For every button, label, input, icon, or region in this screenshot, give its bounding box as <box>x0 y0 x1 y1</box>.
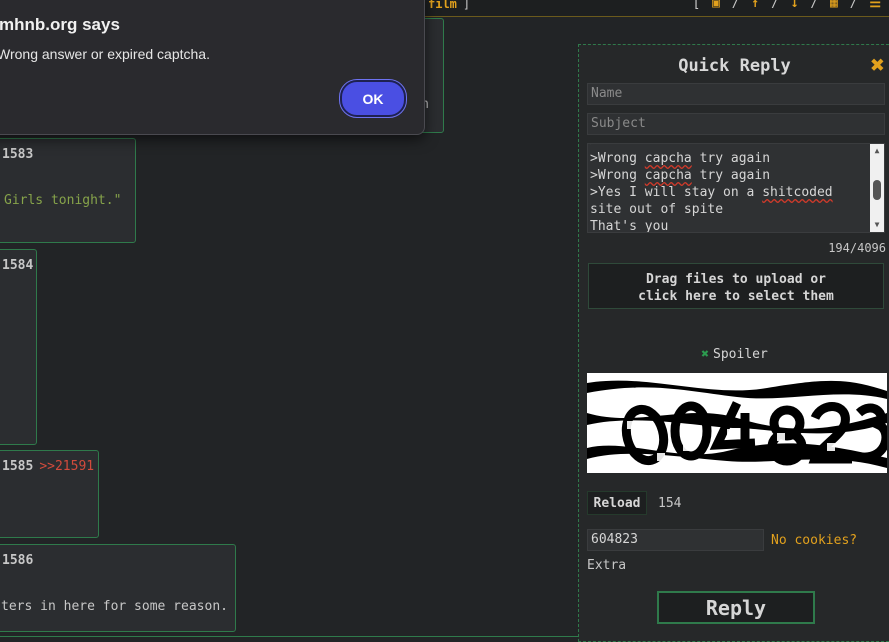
quick-reply-panel: Quick Reply ✖ Name Subject > >Wrong capc… <box>578 44 889 642</box>
post-1586: 1586 ters in here for some reason. <box>0 544 236 632</box>
message-textarea[interactable]: > >Wrong capcha try again >Wrong capcha … <box>587 143 885 233</box>
board-link[interactable]: film] <box>428 0 470 11</box>
checkbox-x-icon[interactable]: ✖ <box>701 347 709 362</box>
quick-reply-title[interactable]: Quick Reply <box>579 56 889 76</box>
grid-icon[interactable]: ▦ <box>830 0 838 11</box>
close-icon[interactable]: ✖ <box>871 51 885 79</box>
post-number[interactable]: 1586 <box>2 553 33 568</box>
captcha-input[interactable]: 604823 <box>587 529 764 551</box>
post-text: Girls tonight." <box>4 193 122 208</box>
post-number[interactable]: 1584 <box>2 258 33 273</box>
nav-icons: [ ▣ / ↑ / ↓ / ▦ / ☰ <box>692 0 885 11</box>
no-cookies-link[interactable]: No cookies? <box>771 533 857 548</box>
list-icon[interactable]: ☰ <box>869 0 881 11</box>
scroll-down-icon[interactable]: ▼ <box>870 218 884 232</box>
arrow-down-icon[interactable]: ↓ <box>791 0 799 11</box>
reply-button[interactable]: Reply <box>657 591 815 624</box>
post-text: ters in here for some reason. <box>1 599 228 614</box>
post-number: 1585 >>21591 <box>2 459 95 474</box>
catalog-icon[interactable]: ▣ <box>712 0 720 11</box>
textarea-scrollbar[interactable]: ▲ ▼ <box>870 144 884 232</box>
reload-captcha-button[interactable]: Reload <box>587 491 647 515</box>
ok-button[interactable]: OK <box>339 79 407 118</box>
arrow-up-icon[interactable]: ↑ <box>751 0 759 11</box>
quote-link[interactable]: >>21591 <box>39 459 94 474</box>
spoiler-toggle[interactable]: ✖ Spoiler <box>579 347 889 362</box>
scroll-up-icon[interactable]: ▲ <box>870 144 884 158</box>
name-input[interactable]: Name <box>587 83 885 105</box>
captcha-image <box>587 373 887 473</box>
subject-input[interactable]: Subject <box>587 113 885 135</box>
post-1584: 1584 <box>0 249 37 445</box>
file-dropzone[interactable]: Drag files to upload or click here to se… <box>588 263 884 309</box>
post-1585: 1585 >>21591 <box>0 450 99 538</box>
char-counter: 194/4096 <box>828 241 886 255</box>
divider <box>0 636 578 637</box>
captcha-timer: 154 <box>658 496 682 511</box>
dialog-title: mhnb.org says <box>0 15 120 34</box>
extra-toggle[interactable]: Extra <box>587 558 626 573</box>
post-1583: 1583 Girls tonight." <box>0 138 136 243</box>
scroll-thumb[interactable] <box>873 180 881 200</box>
alert-dialog: mhnb.org says Wrong answer or expired ca… <box>0 0 425 135</box>
post-number[interactable]: 1583 <box>2 147 33 162</box>
dialog-message: Wrong answer or expired captcha. <box>0 46 210 62</box>
